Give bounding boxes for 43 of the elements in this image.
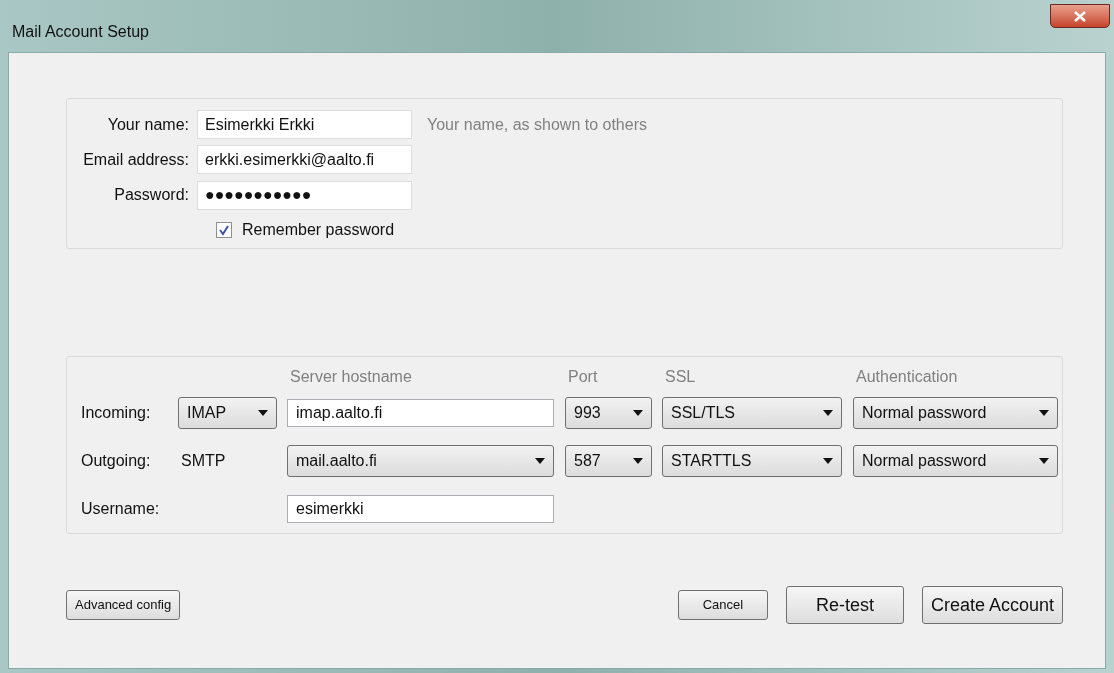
column-header: Port [568,368,598,385]
close-icon [1074,10,1086,22]
dialog-button[interactable]: Cancel [677,590,768,620]
protocol-label: SMTP [180,451,227,471]
field-label: Password: [113,185,190,206]
input-field[interactable]: imap.aalto.fi [287,399,554,427]
caret-icon [258,410,268,416]
input-field[interactable]: esimerkki [287,495,554,523]
checkbox[interactable] [216,222,232,239]
dropdown[interactable]: 587 [565,445,652,477]
dialog-button[interactable]: Create Account [921,586,1063,624]
dialog-button[interactable]: Advanced config [66,590,181,620]
dropdown[interactable]: IMAP [178,397,277,429]
checkbox-label: Remember password [242,220,395,241]
dropdown[interactable]: Normal password [853,397,1058,429]
caret-icon [1039,410,1049,416]
field-label: Email address: [82,149,190,170]
field-label: Your name: [106,114,190,135]
column-header: Authentication [856,368,958,385]
hint-text: Your name, as shown to others [427,114,647,135]
dropdown[interactable]: mail.aalto.fi [287,445,554,477]
column-header: SSL [665,368,696,385]
input-field[interactable]: ●●●●●●●●●●● [197,180,412,210]
caret-icon [535,458,545,464]
caret-icon [633,458,643,464]
caret-icon [823,458,833,464]
column-header: Server hostname [290,368,412,385]
dropdown[interactable]: SSL/TLS [662,397,842,429]
dropdown[interactable]: STARTTLS [662,445,842,477]
input-field[interactable]: Esimerkki Erkki [197,110,412,140]
caret-icon [823,410,833,416]
checkmark-icon [218,224,230,237]
close-button[interactable] [1050,4,1110,28]
window-title: Mail Account Setup [12,22,149,42]
caret-icon [1039,458,1049,464]
dropdown[interactable]: Normal password [853,445,1058,477]
dropdown[interactable]: 993 [565,397,652,429]
input-field[interactable]: erkki.esimerkki@aalto.fi [197,145,412,175]
dialog-button[interactable]: Re-test [785,586,904,624]
row-label: Username: [81,500,160,517]
row-label: Outgoing: [81,452,151,469]
caret-icon [633,410,643,416]
row-label: Incoming: [81,404,151,421]
